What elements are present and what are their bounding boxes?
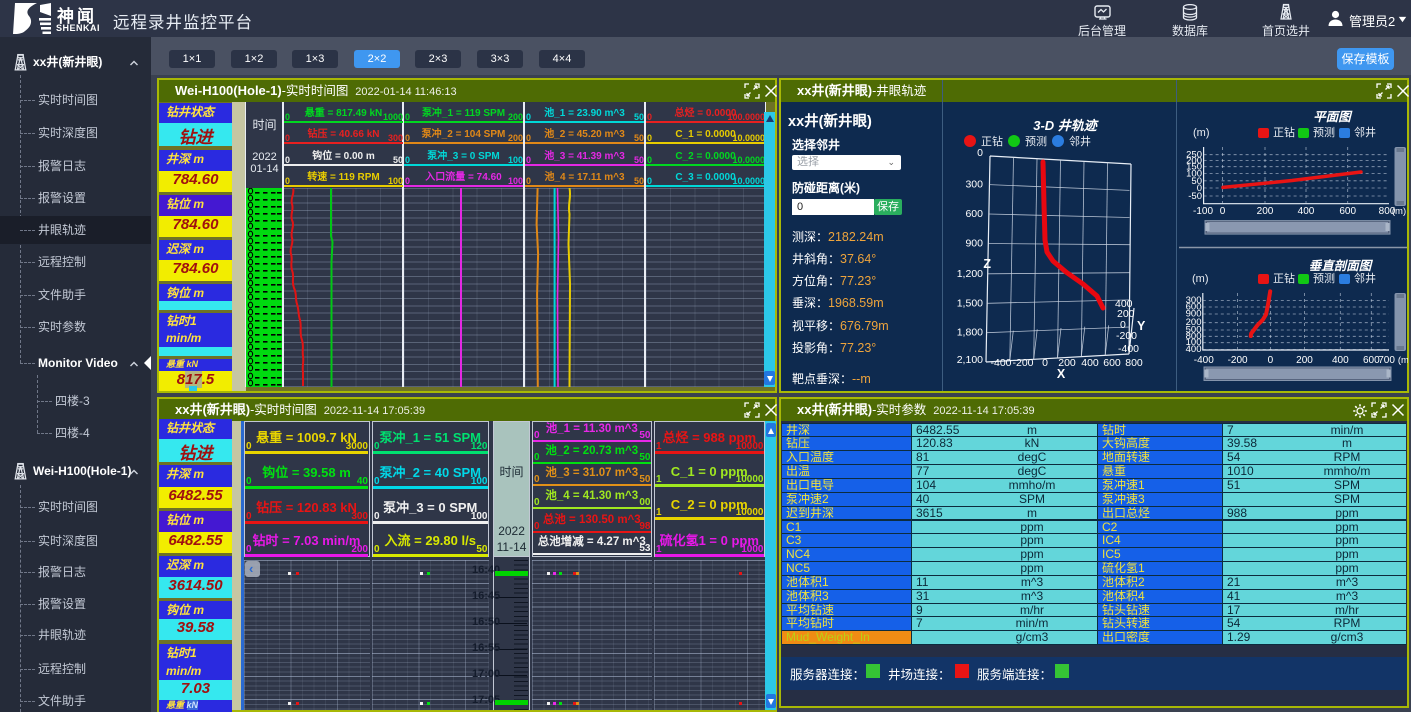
svg-text:(m): (m) bbox=[1192, 273, 1209, 285]
svg-text:600: 600 bbox=[1339, 206, 1356, 217]
svg-text:600: 600 bbox=[1103, 357, 1121, 369]
svg-text:300: 300 bbox=[965, 179, 983, 191]
svg-text:-200: -200 bbox=[1228, 355, 1248, 366]
svg-text:正钻: 正钻 bbox=[1273, 125, 1295, 139]
svg-text:邻井: 邻井 bbox=[1354, 271, 1376, 285]
svg-text:Y: Y bbox=[1137, 319, 1146, 333]
svg-text:-400: -400 bbox=[990, 357, 1011, 369]
svg-text:400: 400 bbox=[1186, 344, 1202, 355]
svg-text:1,500: 1,500 bbox=[957, 297, 983, 309]
svg-text:-200: -200 bbox=[1012, 357, 1033, 369]
svg-text:正钻: 正钻 bbox=[1273, 271, 1295, 285]
svg-text:预测: 预测 bbox=[1313, 272, 1335, 285]
svg-text:1,800: 1,800 bbox=[957, 327, 983, 339]
svg-text:-400: -400 bbox=[1194, 355, 1214, 366]
svg-text:400: 400 bbox=[1081, 357, 1099, 369]
svg-text:平面图: 平面图 bbox=[1313, 110, 1353, 124]
svg-text:800: 800 bbox=[1125, 357, 1143, 369]
svg-text:200: 200 bbox=[1257, 206, 1274, 217]
svg-text:600: 600 bbox=[965, 208, 983, 220]
svg-text:900: 900 bbox=[965, 238, 983, 250]
svg-text:邻井: 邻井 bbox=[1354, 125, 1376, 139]
svg-text:-100: -100 bbox=[1193, 206, 1213, 217]
svg-text:-50: -50 bbox=[1188, 191, 1202, 202]
svg-text:(m): (m) bbox=[1392, 206, 1406, 217]
svg-text:-200: -200 bbox=[1116, 330, 1137, 342]
svg-text:(m): (m) bbox=[1398, 355, 1408, 366]
svg-text:正钻: 正钻 bbox=[981, 134, 1003, 148]
svg-text:(m): (m) bbox=[1193, 127, 1210, 139]
svg-text:0: 0 bbox=[977, 147, 983, 159]
svg-text:X: X bbox=[1057, 367, 1066, 381]
svg-text:400: 400 bbox=[1332, 355, 1349, 366]
svg-text:垂直剖面图: 垂直剖面图 bbox=[1309, 259, 1374, 273]
svg-text:-400: -400 bbox=[1118, 343, 1139, 355]
svg-text:1,200: 1,200 bbox=[957, 268, 983, 280]
svg-text:Z: Z bbox=[983, 257, 991, 271]
svg-text:700: 700 bbox=[1378, 355, 1395, 366]
svg-text:200: 200 bbox=[1296, 355, 1313, 366]
svg-text:400: 400 bbox=[1298, 206, 1315, 217]
svg-text:0: 0 bbox=[1268, 355, 1274, 366]
svg-text:预测: 预测 bbox=[1313, 126, 1335, 139]
svg-text:3-D 井轨迹: 3-D 井轨迹 bbox=[1033, 118, 1099, 133]
svg-text:0: 0 bbox=[1220, 206, 1226, 217]
svg-text:邻井: 邻井 bbox=[1069, 134, 1091, 148]
svg-text:预测: 预测 bbox=[1025, 135, 1047, 148]
svg-text:0: 0 bbox=[1042, 357, 1048, 369]
svg-text:2,100: 2,100 bbox=[957, 354, 983, 366]
